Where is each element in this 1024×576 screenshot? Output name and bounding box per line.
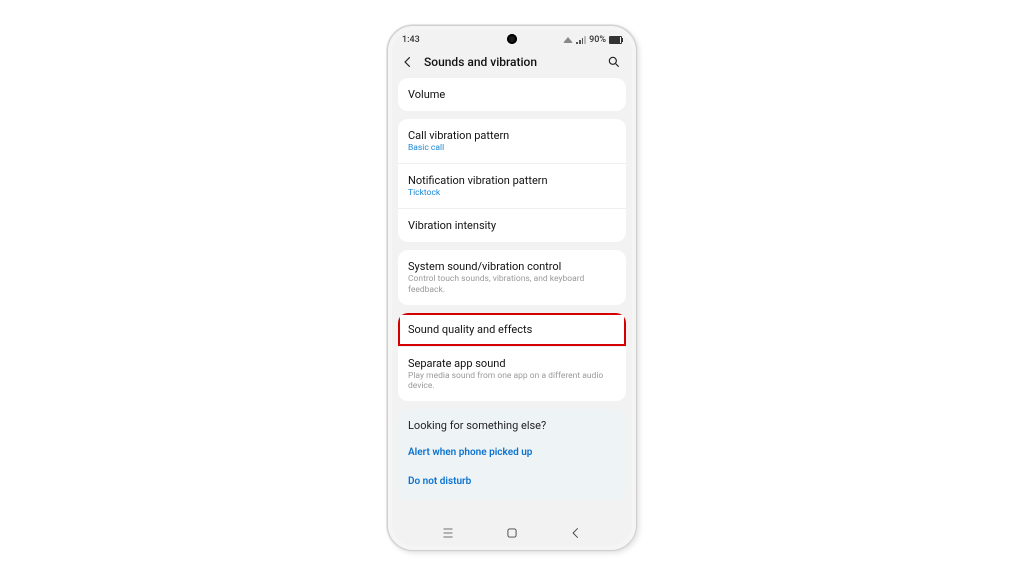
row-vibration-intensity[interactable]: Vibration intensity [398,208,626,242]
front-camera [507,34,517,44]
screen: 1:43 90% Sounds and vibration Volume [392,30,632,546]
suggestions-heading-row: Looking for something else? [398,409,626,436]
page-title: Sounds and vibration [424,55,598,69]
nav-recents[interactable] [439,526,457,540]
suggestion-link-dnd[interactable]: Do not disturb [398,465,626,500]
recents-icon [440,527,456,539]
row-subtitle: Control touch sounds, vibrations, and ke… [408,274,616,294]
navigation-bar [392,520,632,546]
wifi-icon [563,37,573,43]
nav-home[interactable] [503,526,521,540]
group-system-sound: System sound/vibration control Control t… [398,250,626,304]
group-suggestions: Looking for something else? Alert when p… [398,409,626,500]
row-label: Call vibration pattern [408,129,616,142]
row-label: Separate app sound [408,357,616,370]
battery-percent: 90% [589,35,606,45]
nav-back[interactable] [567,526,585,540]
chevron-left-icon [401,55,415,69]
row-sound-quality-and-effects[interactable]: Sound quality and effects [398,313,626,346]
signal-icon [576,36,586,44]
power-button-hw [636,174,637,202]
battery-icon [609,36,622,44]
group-volume: Volume [398,78,626,111]
row-call-vibration-pattern[interactable]: Call vibration pattern Basic call [398,119,626,163]
search-icon [607,55,621,69]
row-label: Notification vibration pattern [408,174,616,187]
home-icon [505,526,519,540]
link-label: Alert when phone picked up [408,447,532,458]
group-sound-quality: Sound quality and effects Separate app s… [398,313,626,401]
row-separate-app-sound[interactable]: Separate app sound Play media sound from… [398,346,626,401]
row-label: Volume [408,88,616,101]
row-value: Basic call [408,143,616,153]
volume-rocker [636,114,637,162]
group-vibration: Call vibration pattern Basic call Notifi… [398,119,626,242]
row-subtitle: Play media sound from one app on a diffe… [408,371,616,391]
back-icon [569,526,583,540]
row-label: Vibration intensity [408,219,616,232]
row-system-sound-control[interactable]: System sound/vibration control Control t… [398,250,626,304]
phone-frame: 1:43 90% Sounds and vibration Volume [387,25,637,551]
settings-content[interactable]: Volume Call vibration pattern Basic call… [392,78,632,520]
row-notification-vibration-pattern[interactable]: Notification vibration pattern Ticktock [398,163,626,208]
status-time: 1:43 [402,35,420,45]
page-header: Sounds and vibration [392,50,632,78]
row-volume[interactable]: Volume [398,78,626,111]
row-label: System sound/vibration control [408,260,616,273]
link-label: Do not disturb [408,476,471,487]
search-button[interactable] [606,54,622,70]
suggestions-heading: Looking for something else? [408,419,616,432]
row-value: Ticktock [408,188,616,198]
suggestion-link-alert[interactable]: Alert when phone picked up [398,436,626,465]
back-button[interactable] [400,54,416,70]
row-label: Sound quality and effects [408,323,616,336]
